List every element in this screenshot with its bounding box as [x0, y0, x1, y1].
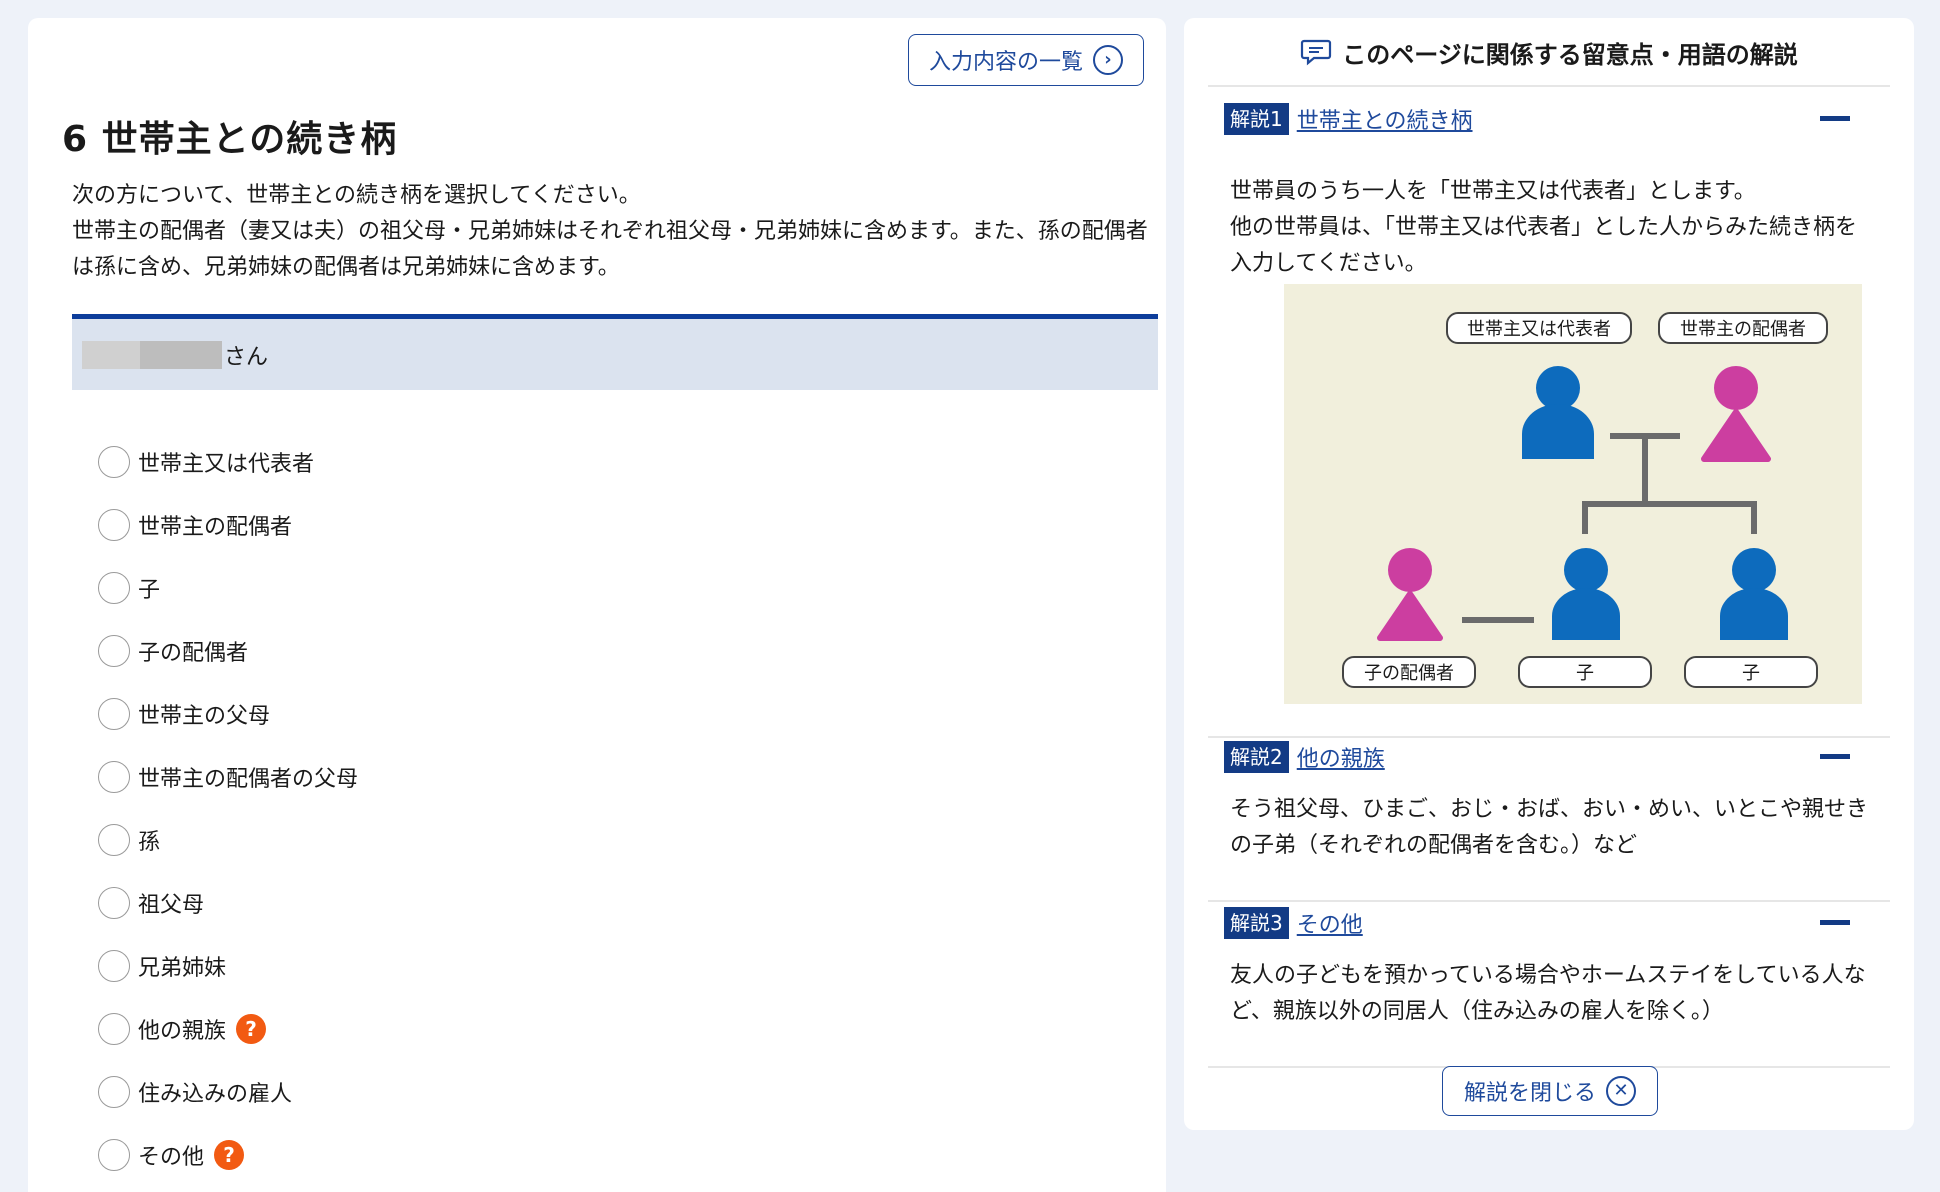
diagram-label-child: 子	[1684, 656, 1818, 688]
radio-button[interactable]	[98, 1138, 130, 1171]
radio-button[interactable]	[98, 949, 130, 982]
section-text: そう祖父母、ひまご、おじ・おば、おい・めい、いとこや親せきの子弟（それぞれの配偶…	[1230, 797, 1869, 858]
section-heading: 解説2 他の親族	[1224, 740, 1385, 774]
relationship-option[interactable]: 世帯主の配偶者	[98, 493, 358, 556]
option-label: 世帯主の配偶者の父母	[138, 766, 359, 792]
female-person-icon	[1701, 366, 1771, 462]
collapse-minus-icon[interactable]	[1820, 920, 1850, 925]
explanation-section-1: 解説1 世帯主との続き柄 世帯員のうち一人を「世帯主又は代表者」とします。 他の…	[1208, 98, 1890, 738]
option-label: その他	[138, 1144, 205, 1170]
section-badge: 解説2	[1224, 741, 1289, 773]
relationship-option[interactable]: 子の配偶者	[98, 619, 358, 682]
relationship-option[interactable]: 世帯主又は代表者	[98, 430, 358, 493]
relationship-option[interactable]: 世帯主の配偶者の父母	[98, 745, 358, 808]
section-heading: 解説3 その他	[1224, 906, 1363, 940]
tree-lines	[1462, 433, 1757, 623]
section-text: 世帯員のうち一人を「世帯主又は代表者」とします。 他の世帯員は、「世帯主又は代表…	[1230, 174, 1870, 282]
person-suffix: さん	[224, 344, 269, 370]
instruction-line: 世帯主の配偶者（妻又は夫）の祖父母・兄弟姉妹はそれぞれ祖父母・兄弟姉妹に含めます…	[72, 219, 1148, 280]
option-label: 世帯主の父母	[138, 703, 271, 729]
person-header: さん	[72, 314, 1158, 390]
section-text-line: 他の世帯員は、「世帯主又は代表者」とした人からみた続き柄を入力してください。	[1230, 215, 1858, 276]
section-link-relationship[interactable]: 世帯主との続き柄	[1297, 103, 1473, 135]
female-person-icon	[1377, 548, 1443, 641]
radio-button[interactable]	[98, 1012, 130, 1045]
summary-button-label: 入力内容の一覧	[928, 50, 1083, 75]
divider	[1208, 85, 1890, 87]
help-icon[interactable]: ?	[236, 1013, 267, 1044]
male-person-icon	[1552, 548, 1620, 640]
radio-button[interactable]	[98, 508, 130, 541]
radio-button[interactable]	[98, 634, 130, 667]
page-title: 6 世帯主との続き柄	[62, 119, 398, 160]
relationship-radio-group: 世帯主又は代表者 世帯主の配偶者子子の配偶者世帯主の父母世帯主の配偶者の父母孫祖父…	[98, 430, 358, 1186]
help-icon[interactable]: ?	[214, 1139, 245, 1170]
instruction-line: 次の方について、世帯主との続き柄を選択してください。	[72, 183, 641, 208]
comment-icon	[1301, 39, 1332, 66]
explanation-section-3: 解説3 その他 友人の子どもを預かっている場合やホームステイをしている人など、親…	[1208, 902, 1890, 1072]
section-badge: 解説3	[1224, 907, 1289, 939]
male-person-icon	[1720, 548, 1788, 640]
relationship-option[interactable]: 孫	[98, 808, 358, 871]
explanation-panel: このページに関係する留意点・用語の解説 解説1 世帯主との続き柄 世帯員のうち一…	[1184, 18, 1914, 1130]
radio-button[interactable]	[98, 445, 130, 478]
option-label: 住み込みの雇人	[138, 1081, 293, 1107]
collapse-minus-icon[interactable]	[1820, 116, 1850, 121]
radio-button[interactable]	[98, 571, 130, 604]
explanation-title: このページに関係する留意点・用語の解説	[1342, 40, 1798, 69]
close-explanation-button[interactable]: 解説を閉じる ✕	[1442, 1066, 1658, 1116]
input-summary-button[interactable]: 入力内容の一覧 ›	[908, 34, 1144, 86]
chevron-right-icon: ›	[1093, 45, 1123, 75]
collapse-minus-icon[interactable]	[1820, 754, 1850, 759]
form-panel: 入力内容の一覧 › 6 世帯主との続き柄 次の方について、世帯主との続き柄を選択…	[28, 18, 1166, 1192]
family-tree-graphic	[1377, 366, 1788, 641]
option-label: 祖父母	[138, 892, 205, 918]
radio-button[interactable]	[98, 823, 130, 856]
option-label: 世帯主の配偶者	[138, 514, 293, 540]
diagram-label-child-spouse: 子の配偶者	[1342, 656, 1476, 688]
option-label: 子の配偶者	[138, 640, 249, 666]
explanation-header: このページに関係する留意点・用語の解説	[1184, 18, 1914, 86]
diagram-label-child: 子	[1518, 656, 1652, 688]
close-button-label: 解説を閉じる	[1463, 1081, 1596, 1106]
section-text-line: 世帯員のうち一人を「世帯主又は代表者」とします。	[1230, 179, 1756, 204]
section-text: 友人の子どもを預かっている場合やホームステイをしている人など、親族以外の同居人（…	[1230, 963, 1866, 1024]
redacted-name	[82, 340, 222, 369]
relationship-option[interactable]: 祖父母	[98, 871, 358, 934]
section-heading: 解説1 世帯主との続き柄	[1224, 102, 1473, 136]
option-label: 他の親族	[138, 1018, 227, 1044]
instructions: 次の方について、世帯主との続き柄を選択してください。 世帯主の配偶者（妻又は夫）…	[72, 178, 1152, 286]
option-label: 世帯主又は代表者	[138, 451, 315, 477]
option-label: 孫	[138, 829, 161, 855]
section-link-other[interactable]: その他	[1297, 907, 1363, 939]
section-link-other-relatives[interactable]: 他の親族	[1297, 741, 1385, 773]
relationship-option[interactable]: その他?	[98, 1123, 358, 1186]
relationship-option[interactable]: 世帯主の父母	[98, 682, 358, 745]
close-x-icon: ✕	[1606, 1076, 1636, 1106]
radio-button[interactable]	[98, 1075, 130, 1108]
family-diagram: 世帯主又は代表者 世帯主の配偶者 子の配偶者 子 子	[1284, 284, 1862, 704]
option-label: 子	[138, 577, 161, 603]
radio-button[interactable]	[98, 697, 130, 730]
relationship-option[interactable]: 他の親族?	[98, 997, 358, 1060]
radio-button[interactable]	[98, 886, 130, 919]
section-badge: 解説1	[1224, 103, 1289, 135]
option-label: 兄弟姉妹	[138, 955, 227, 981]
relationship-option[interactable]: 兄弟姉妹	[98, 934, 358, 997]
relationship-option[interactable]: 子	[98, 556, 358, 619]
relationship-option[interactable]: 住み込みの雇人	[98, 1060, 358, 1123]
male-person-icon	[1522, 366, 1594, 459]
radio-button[interactable]	[98, 760, 130, 793]
explanation-section-2: 解説2 他の親族 そう祖父母、ひまご、おじ・おば、おい・めい、いとこや親せきの子…	[1208, 736, 1890, 904]
